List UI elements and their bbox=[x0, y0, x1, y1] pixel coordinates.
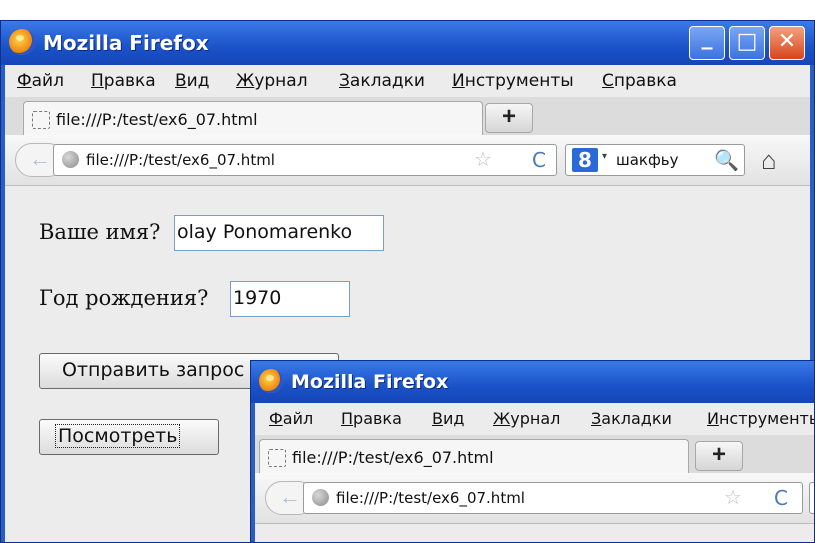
minimize-icon: _ bbox=[701, 25, 713, 50]
overlay-window-title: Mozilla Firefox bbox=[291, 371, 449, 393]
menu-file[interactable]: Файл bbox=[17, 71, 64, 91]
maximize-button[interactable]: □ bbox=[729, 26, 765, 60]
page-placeholder-icon bbox=[32, 111, 50, 129]
search-engine-icon[interactable]: 8 bbox=[572, 148, 598, 172]
overlay-tab-label: file:///P:/test/ex6_07.html bbox=[292, 448, 494, 467]
globe-icon bbox=[62, 151, 79, 168]
overlay-title-bar[interactable]: Mozilla Firefox bbox=[251, 361, 814, 403]
tab-strip: file:///P:/test/ex6_07.html + bbox=[5, 97, 810, 137]
overlay-window-client: Файл Правка Вид Журнал Закладки Инструме… bbox=[255, 403, 814, 542]
reload-icon[interactable]: C bbox=[774, 486, 788, 510]
window-title: Mozilla Firefox bbox=[43, 31, 209, 55]
overlay-menu-view[interactable]: Вид bbox=[432, 409, 464, 428]
name-label: Ваше имя? bbox=[39, 220, 161, 244]
view-button-label: Посмотреть bbox=[54, 424, 181, 448]
page-placeholder-icon bbox=[268, 449, 286, 467]
overlay-search-bar[interactable]: 8 bbox=[809, 482, 814, 514]
overlay-menu-file[interactable]: Файл bbox=[269, 409, 313, 428]
chevron-down-icon[interactable]: ▾ bbox=[602, 151, 607, 162]
firefox-logo-icon bbox=[9, 29, 35, 55]
overlay-browser-window: Mozilla Firefox Файл Правка Вид Журнал З… bbox=[250, 360, 815, 543]
name-field[interactable]: olay Ponomarenko bbox=[174, 215, 384, 251]
overlay-url-bar[interactable]: file:///P:/test/ex6_07.html ☆ C bbox=[303, 482, 803, 514]
menu-help[interactable]: Справка bbox=[602, 71, 677, 91]
search-icon[interactable]: 🔍 bbox=[714, 148, 739, 172]
overlay-tab-strip: file:///P:/test/ex6_07.html + bbox=[255, 435, 814, 475]
menu-view[interactable]: Вид bbox=[175, 71, 209, 91]
url-bar[interactable]: file:///P:/test/ex6_07.html ☆ C bbox=[53, 144, 557, 176]
menu-bookmarks[interactable]: Закладки bbox=[339, 71, 425, 91]
year-label: Год рождения? bbox=[39, 286, 209, 310]
close-button[interactable]: ✕ bbox=[769, 26, 805, 60]
home-button[interactable]: ⌂ bbox=[761, 145, 777, 176]
overlay-menu-bookmarks[interactable]: Закладки bbox=[591, 409, 672, 428]
url-text: file:///P:/test/ex6_07.html bbox=[86, 151, 275, 169]
view-button[interactable]: Посмотреть bbox=[39, 419, 219, 455]
new-tab-button[interactable]: + bbox=[485, 103, 533, 133]
bookmark-star-icon[interactable]: ☆ bbox=[474, 147, 492, 171]
firefox-logo-icon bbox=[259, 369, 283, 393]
menu-edit[interactable]: Правка bbox=[91, 71, 156, 91]
search-bar[interactable]: 8 ▾ шакфьу 🔍 bbox=[565, 144, 745, 176]
search-input[interactable]: шакфьу bbox=[616, 151, 679, 169]
close-icon: ✕ bbox=[777, 29, 797, 54]
globe-icon bbox=[312, 489, 329, 506]
overlay-navigation-toolbar: ← file:///P:/test/ex6_07.html ☆ C 8 bbox=[255, 473, 814, 524]
menu-bar: Файл Правка Вид Журнал Закладки Инструме… bbox=[5, 65, 810, 97]
title-bar[interactable]: Mozilla Firefox _ □ ✕ bbox=[1, 21, 814, 65]
overlay-url-text: file:///P:/test/ex6_07.html bbox=[336, 489, 525, 507]
menu-tools[interactable]: Инструменты bbox=[452, 71, 574, 91]
overlay-menu-edit[interactable]: Правка bbox=[341, 409, 402, 428]
bookmark-star-icon[interactable]: ☆ bbox=[724, 485, 742, 509]
menu-history[interactable]: Журнал bbox=[236, 71, 308, 91]
overlay-new-tab-button[interactable]: + bbox=[695, 441, 743, 471]
maximize-icon: □ bbox=[736, 29, 758, 54]
tab-active[interactable]: file:///P:/test/ex6_07.html bbox=[23, 101, 483, 137]
navigation-toolbar: ← file:///P:/test/ex6_07.html ☆ C 8 ▾ ша… bbox=[5, 135, 810, 186]
overlay-menu-history[interactable]: Журнал bbox=[493, 409, 560, 428]
minimize-button[interactable]: _ bbox=[689, 26, 725, 60]
year-field[interactable]: 1970 bbox=[230, 281, 350, 317]
overlay-menu-bar: Файл Правка Вид Журнал Закладки Инструме… bbox=[255, 403, 814, 435]
reload-icon[interactable]: C bbox=[532, 148, 546, 172]
overlay-menu-tools[interactable]: Инструменты bbox=[707, 409, 814, 428]
overlay-tab-active[interactable]: file:///P:/test/ex6_07.html bbox=[259, 439, 689, 475]
tab-label: file:///P:/test/ex6_07.html bbox=[56, 110, 258, 129]
